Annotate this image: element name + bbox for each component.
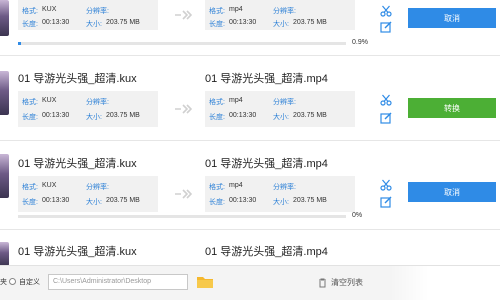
task-row: 格式: KUX 分辨率: 长度: 00:13:30 大小: 203.75 MB …: [0, 0, 500, 50]
target-size: 203.75 MB: [293, 197, 327, 204]
source-format: KUX: [42, 97, 57, 104]
output-folder-label: 夹: [0, 279, 7, 286]
edit-icon[interactable]: [380, 112, 392, 124]
target-info: 格式: mp4 分辨率: 长度: 00:13:30 大小: 203.75 MB: [205, 0, 355, 30]
source-size: 203.75 MB: [106, 197, 140, 204]
custom-path-label: 自定义: [19, 279, 40, 286]
video-thumbnail: [0, 71, 9, 115]
source-title: 01 导游光头强_超清.kux: [18, 246, 137, 258]
target-title: 01 导游光头强_超清.mp4: [205, 73, 328, 85]
source-info: 格式: KUX 分辨率: 长度: 00:13:30 大小: 203.75 MB: [18, 0, 158, 30]
folder-icon[interactable]: [196, 275, 214, 289]
scissors-icon[interactable]: [380, 94, 392, 106]
progress-percent: 0.9%: [352, 39, 368, 46]
clear-list-button[interactable]: 清空列表: [331, 277, 363, 288]
task-row: 01 导游光头强_超清.kux 01 导游光头强_超清.mp4: [0, 236, 500, 265]
source-info: 格式: KUX 分辨率: 长度: 00:13:30 大小: 203.75 MB: [18, 91, 158, 127]
target-title: 01 导游光头强_超清.mp4: [205, 246, 328, 258]
target-format: mp4: [229, 97, 243, 104]
row-divider: [0, 55, 500, 56]
target-size: 203.75 MB: [293, 19, 327, 26]
start-all-button-area[interactable]: [390, 266, 500, 300]
source-duration: 00:13:30: [42, 19, 70, 26]
video-thumbnail: [0, 242, 9, 265]
cancel-button[interactable]: 取消: [408, 182, 496, 202]
progress-percent: 0%: [352, 212, 363, 219]
output-path-input[interactable]: C:\Users\Administrator\Desktop: [48, 274, 188, 290]
progress-bar: [18, 215, 346, 218]
video-thumbnail: [0, 0, 9, 36]
target-info: 格式: mp4 分辨率: 长度: 00:13:30 大小: 203.75 MB: [205, 91, 355, 127]
scissors-icon[interactable]: [380, 179, 392, 191]
trash-icon[interactable]: [318, 278, 327, 288]
source-size: 203.75 MB: [106, 112, 140, 119]
source-size: 203.75 MB: [106, 19, 140, 26]
source-duration: 00:13:30: [42, 197, 70, 204]
convert-button[interactable]: 转换: [408, 98, 496, 118]
source-format: KUX: [42, 6, 57, 13]
scissors-icon[interactable]: [380, 5, 392, 17]
source-info: 格式: KUX 分辨率: 长度: 00:13:30 大小: 203.75 MB: [18, 176, 158, 212]
target-title: 01 导游光头强_超清.mp4: [205, 158, 328, 170]
arrow-right-icon: [175, 104, 192, 114]
row-divider: [0, 140, 500, 141]
source-title: 01 导游光头强_超清.kux: [18, 158, 137, 170]
target-size: 203.75 MB: [293, 112, 327, 119]
target-duration: 00:13:30: [229, 112, 257, 119]
source-duration: 00:13:30: [42, 112, 70, 119]
target-duration: 00:13:30: [229, 197, 257, 204]
task-row: 01 导游光头强_超清.kux 01 导游光头强_超清.mp4 格式: KUX …: [0, 63, 500, 138]
video-thumbnail: [0, 154, 9, 198]
source-format: KUX: [42, 182, 57, 189]
edit-icon[interactable]: [380, 196, 392, 208]
progress-fill: [18, 42, 21, 45]
source-title: 01 导游光头强_超清.kux: [18, 73, 137, 85]
cancel-button[interactable]: 取消: [408, 8, 496, 28]
task-row: 01 导游光头强_超清.kux 01 导游光头强_超清.mp4 格式: KUX …: [0, 146, 500, 226]
bottom-bar: 夹 自定义 C:\Users\Administrator\Desktop 清空列…: [0, 265, 500, 300]
target-format: mp4: [229, 6, 243, 13]
arrow-right-icon: [175, 189, 192, 199]
row-divider: [0, 229, 500, 230]
target-duration: 00:13:30: [229, 19, 257, 26]
custom-path-radio[interactable]: [9, 278, 16, 285]
edit-icon[interactable]: [380, 21, 392, 33]
progress-bar: [18, 42, 346, 45]
target-info: 格式: mp4 分辨率: 长度: 00:13:30 大小: 203.75 MB: [205, 176, 355, 212]
target-format: mp4: [229, 182, 243, 189]
arrow-right-icon: [175, 10, 192, 20]
